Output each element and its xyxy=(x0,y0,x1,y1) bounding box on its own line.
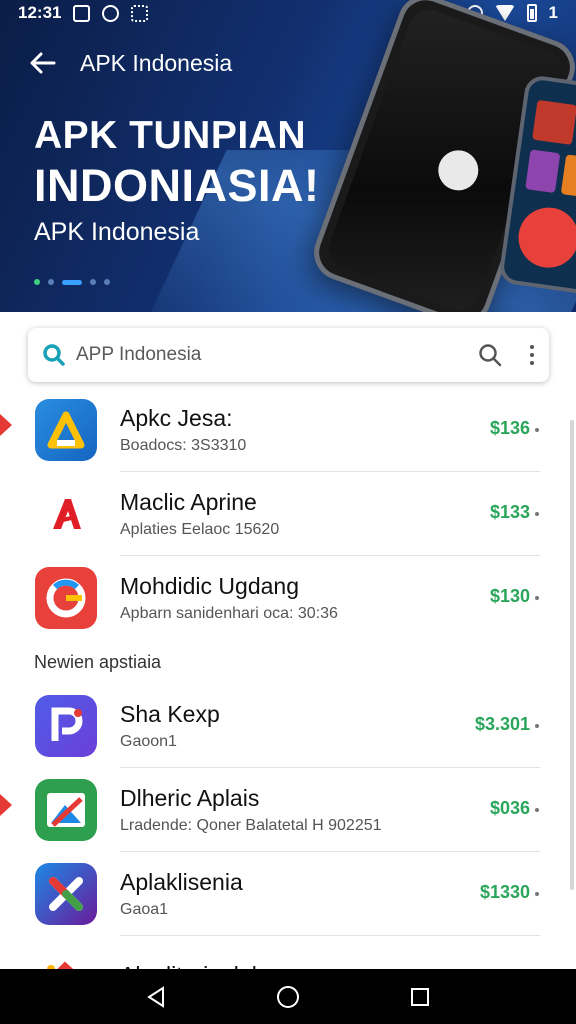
scrollbar[interactable] xyxy=(570,420,574,890)
grid-icon xyxy=(131,4,149,22)
app-price: $036 xyxy=(489,798,530,818)
app-price: $136 xyxy=(489,418,530,438)
app-price: $130 xyxy=(489,586,530,606)
carousel-dot-active[interactable] xyxy=(62,279,82,285)
battery-label: 1 xyxy=(548,3,558,22)
list-item[interactable]: Apkc Jesa: Boadocs: 3S3310 $136 xyxy=(0,388,576,472)
carousel-dot[interactable] xyxy=(48,279,54,285)
phone-icon xyxy=(102,4,120,22)
row-dot-icon xyxy=(535,596,539,600)
battery-icon xyxy=(526,4,537,22)
marker-arrow-icon xyxy=(0,414,12,436)
section-header: Newien apstiaia xyxy=(34,651,162,672)
list-item[interactable]: Dlheric Aplais Lradende: Qoner Balatetal… xyxy=(0,768,576,852)
wifi-icon xyxy=(494,5,515,21)
nav-home-button[interactable] xyxy=(268,977,308,1017)
nav-back-button[interactable] xyxy=(136,977,176,1017)
hero-subtitle: APK Indonesia xyxy=(34,218,200,246)
row-dot-icon xyxy=(535,808,539,812)
app-tile-graphic xyxy=(525,149,561,194)
page-title: APK Indonesia xyxy=(80,50,233,76)
triangle-logo-icon xyxy=(35,399,97,461)
app-price: $3.301 xyxy=(474,714,530,734)
app-price: $1330 xyxy=(479,882,530,902)
app-subtitle: Apbarn sanidenhari oca: 30:36 xyxy=(120,605,338,623)
carousel-dot[interactable] xyxy=(90,279,96,285)
screen: 12:31 1 APK Indonesia APK TUNPIAN INDONI… xyxy=(0,0,576,1024)
p-logo-icon xyxy=(35,695,97,757)
app-subtitle: Aplaties Eelaoc 15620 xyxy=(120,521,280,539)
app-tile-graphic xyxy=(532,99,576,145)
row-dot-icon xyxy=(535,892,539,896)
more-options-icon[interactable] xyxy=(529,345,535,365)
phone-circle-graphic xyxy=(432,144,484,196)
app-subtitle: Lradende: Qoner Balatetal H 902251 xyxy=(120,817,382,835)
carousel-dot[interactable] xyxy=(34,279,40,285)
hero-banner[interactable]: 12:31 1 APK Indonesia APK TUNPIAN INDONI… xyxy=(0,0,576,312)
list-item[interactable]: Aplaklisenia Gaoa1 $1330 xyxy=(0,852,576,936)
back-triangle-icon xyxy=(147,985,164,1008)
search-icon[interactable] xyxy=(477,342,503,368)
system-nav-bar xyxy=(0,969,576,1024)
home-circle-icon xyxy=(277,985,299,1008)
app-subtitle: Boadocs: 3S3310 xyxy=(120,437,247,455)
row-dot-icon xyxy=(535,724,539,728)
recents-square-icon xyxy=(411,987,429,1006)
marker-arrow-icon xyxy=(0,794,12,816)
row-dot-icon xyxy=(535,428,539,432)
app-price: $133 xyxy=(489,502,530,522)
app-tile-graphic xyxy=(560,154,576,199)
red-a-logo-icon xyxy=(35,483,97,545)
x-logo-icon xyxy=(35,863,97,925)
list-item[interactable]: Maclic Aprine Aplaties Eelaoc 15620 $133 xyxy=(0,472,576,556)
nav-recents-button[interactable] xyxy=(400,977,440,1017)
row-dot-icon xyxy=(535,512,539,516)
app-subtitle: Gaoon1 xyxy=(120,733,177,751)
status-left: 12:31 xyxy=(18,3,149,23)
swirl-logo-icon xyxy=(35,567,97,629)
image-logo-icon xyxy=(35,779,97,841)
carousel-dot[interactable] xyxy=(104,279,110,285)
app-tile-graphic xyxy=(514,203,576,272)
notification-icon xyxy=(73,4,91,22)
carousel-indicator[interactable] xyxy=(34,279,110,285)
back-arrow-icon[interactable] xyxy=(28,48,58,78)
app-subtitle: Gaoa1 xyxy=(120,901,169,919)
search-bar[interactable] xyxy=(28,328,549,382)
list-item[interactable]: Mohdidic Ugdang Apbarn sanidenhari oca: … xyxy=(0,556,576,640)
list-item[interactable]: Sha Kexp Gaoon1 $3.301 xyxy=(0,684,576,768)
search-input[interactable] xyxy=(76,344,477,366)
hero-headline-2: INDONIASIA! xyxy=(34,160,320,211)
app-list: Apkc Jesa: Boadocs: 3S3310 $136 Maclic A… xyxy=(0,388,576,1020)
status-time: 12:31 xyxy=(18,3,62,22)
search-logo-icon xyxy=(43,344,65,366)
hero-headline-1: APK TUNPIAN xyxy=(34,114,307,157)
